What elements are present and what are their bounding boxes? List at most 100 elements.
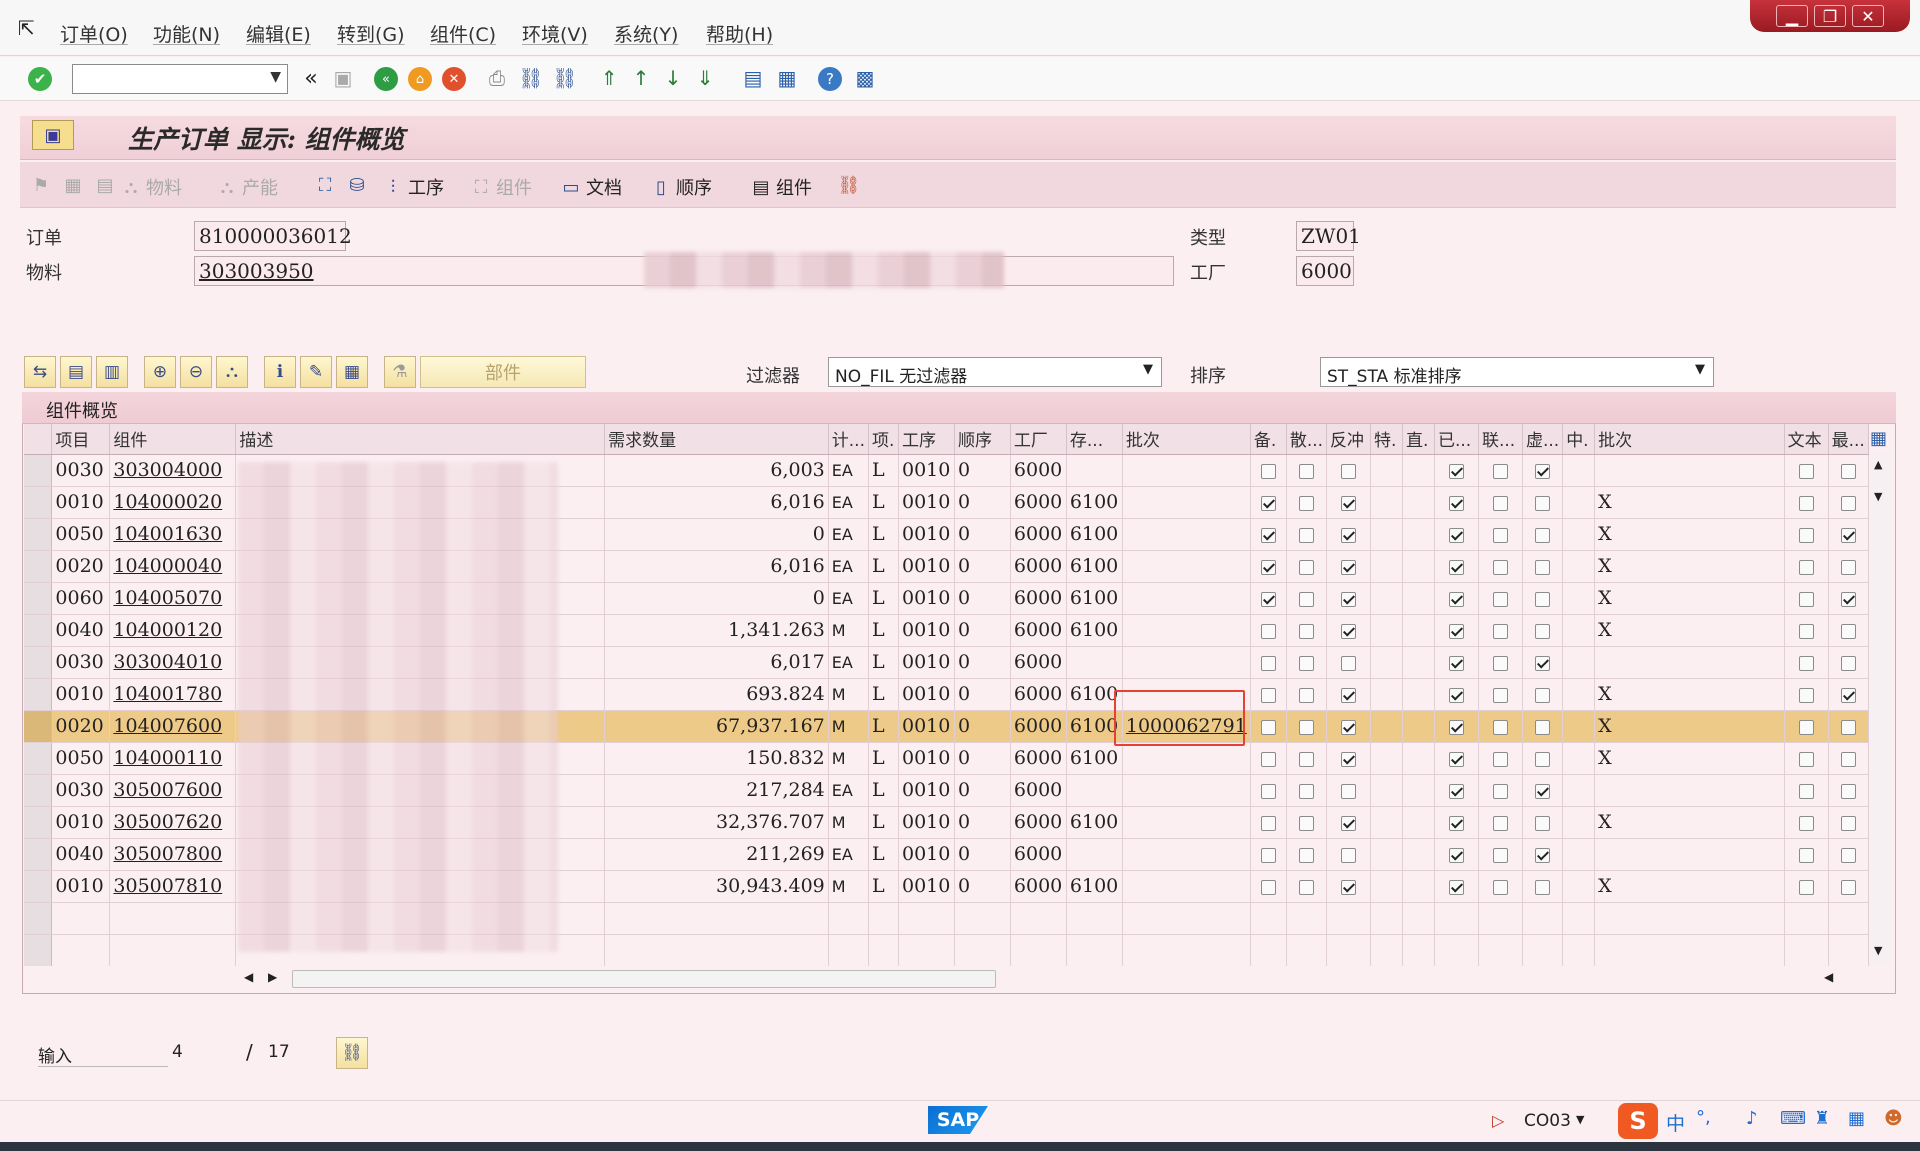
- checkbox[interactable]: [1840, 591, 1856, 607]
- menu-function[interactable]: 功能(N): [153, 20, 220, 47]
- batch-cell[interactable]: [1122, 486, 1251, 519]
- checkbox[interactable]: [1448, 783, 1464, 799]
- component-link[interactable]: 305007620: [109, 806, 237, 839]
- row-selector[interactable]: [24, 838, 53, 871]
- checkbox[interactable]: [1840, 687, 1856, 703]
- checkbox[interactable]: [1260, 655, 1276, 671]
- scroll-up-icon[interactable]: ▲: [1874, 458, 1882, 471]
- order-field[interactable]: 810000036012: [194, 221, 352, 251]
- minimize-icon[interactable]: ▁: [1776, 5, 1808, 27]
- checkbox[interactable]: [1341, 623, 1357, 639]
- checkbox[interactable]: [1535, 815, 1551, 831]
- checkbox[interactable]: [1840, 655, 1856, 671]
- checkbox[interactable]: [1535, 623, 1551, 639]
- checkbox[interactable]: [1341, 527, 1357, 543]
- next-page-icon[interactable]: ↓: [660, 65, 686, 91]
- scroll-down-icon[interactable]: ▼: [1874, 490, 1882, 503]
- checkbox[interactable]: [1798, 559, 1814, 575]
- find-next-icon[interactable]: ⛓: [552, 65, 578, 91]
- mascot-icon[interactable]: ☻: [1884, 1108, 1903, 1129]
- header-intermediate[interactable]: 中.: [1562, 424, 1596, 455]
- checkbox[interactable]: [1260, 559, 1276, 575]
- header-special[interactable]: 特.: [1370, 424, 1404, 455]
- component-link[interactable]: 104007600: [109, 710, 237, 743]
- checkbox[interactable]: [1840, 527, 1856, 543]
- menu-exit-icon[interactable]: ⇱: [18, 16, 35, 40]
- checkbox[interactable]: [1448, 623, 1464, 639]
- component-list-button[interactable]: ▤ 组件: [750, 174, 812, 200]
- checkbox[interactable]: [1448, 847, 1464, 863]
- checkbox[interactable]: [1260, 815, 1276, 831]
- insert-row-icon[interactable]: ⊕: [144, 356, 176, 388]
- material-button[interactable]: ⛬ 物料: [120, 174, 182, 200]
- part-button[interactable]: 部件: [420, 356, 586, 388]
- component-link[interactable]: 303004000: [109, 454, 237, 487]
- checkbox[interactable]: [1448, 751, 1464, 767]
- checkbox[interactable]: [1298, 495, 1314, 511]
- ime-logo-icon[interactable]: S: [1618, 1103, 1658, 1139]
- checkbox[interactable]: [1448, 719, 1464, 735]
- batch-cell[interactable]: [1122, 838, 1251, 871]
- header-storage-location[interactable]: 存...: [1066, 424, 1123, 455]
- checkbox[interactable]: [1798, 847, 1814, 863]
- checkbox[interactable]: [1448, 559, 1464, 575]
- row-selector[interactable]: [24, 614, 53, 647]
- back-icon[interactable]: «: [374, 67, 398, 91]
- deselect-icon[interactable]: ▥: [96, 356, 128, 388]
- menu-component[interactable]: 组件(C): [430, 20, 496, 47]
- checkbox[interactable]: [1535, 559, 1551, 575]
- header-sequence[interactable]: 顺序: [954, 424, 1011, 455]
- component-link[interactable]: 303004010: [109, 646, 237, 679]
- checkbox[interactable]: [1260, 623, 1276, 639]
- checkbox[interactable]: [1840, 847, 1856, 863]
- capacity-button[interactable]: ⛬ 产能: [216, 174, 278, 200]
- batch-cell[interactable]: [1122, 742, 1251, 775]
- checkbox[interactable]: [1492, 559, 1508, 575]
- header-bulk[interactable]: 散...: [1286, 424, 1328, 455]
- checkbox[interactable]: [1492, 879, 1508, 895]
- checkbox[interactable]: [1448, 815, 1464, 831]
- checkbox[interactable]: [1535, 655, 1551, 671]
- row-selector[interactable]: [24, 646, 53, 679]
- checkbox[interactable]: [1798, 815, 1814, 831]
- checkbox[interactable]: [1448, 527, 1464, 543]
- component-link[interactable]: 104001780: [109, 678, 237, 711]
- row-selector[interactable]: [24, 774, 53, 807]
- checkbox[interactable]: [1492, 847, 1508, 863]
- header-item[interactable]: 项目: [51, 424, 111, 455]
- stack-button[interactable]: ⛁: [346, 174, 368, 196]
- row-selector[interactable]: [24, 486, 53, 519]
- detail-icon[interactable]: ⇆: [24, 356, 56, 388]
- checkbox[interactable]: [1298, 815, 1314, 831]
- checkbox[interactable]: [1798, 751, 1814, 767]
- checkbox[interactable]: [1448, 879, 1464, 895]
- last-page-icon[interactable]: ⇓: [692, 65, 718, 91]
- checkbox[interactable]: [1492, 655, 1508, 671]
- scroll-left-end-icon[interactable]: ◀: [1824, 970, 1833, 984]
- checkbox[interactable]: [1535, 879, 1551, 895]
- checkbox[interactable]: [1298, 719, 1314, 735]
- header-quantity[interactable]: 需求数量: [604, 424, 829, 455]
- ime-punctuation-icon[interactable]: °,: [1696, 1107, 1711, 1128]
- scroll-down-end-icon[interactable]: ▼: [1874, 944, 1882, 957]
- select-all-corner[interactable]: [24, 424, 53, 455]
- toolbox-icon[interactable]: ▦: [1848, 1108, 1865, 1129]
- filter-dropdown[interactable]: NO_FIL 无过滤器 ▼: [828, 357, 1162, 387]
- save-icon[interactable]: ▣: [330, 65, 356, 91]
- row-selector[interactable]: [24, 742, 53, 775]
- checkbox[interactable]: [1535, 783, 1551, 799]
- command-field[interactable]: ▼: [72, 64, 288, 94]
- checkbox[interactable]: [1798, 495, 1814, 511]
- shortcut-icon[interactable]: ▦: [774, 65, 800, 91]
- header-operation[interactable]: 工序: [898, 424, 955, 455]
- menu-order[interactable]: 订单(O): [60, 20, 128, 47]
- row-selector[interactable]: [24, 518, 53, 551]
- checkbox[interactable]: [1798, 527, 1814, 543]
- hierarchy-button[interactable]: ⛶: [314, 174, 336, 196]
- help-icon[interactable]: ?: [818, 67, 842, 91]
- checkbox[interactable]: [1492, 687, 1508, 703]
- checkbox[interactable]: [1798, 783, 1814, 799]
- header-backflush[interactable]: 反冲: [1326, 424, 1372, 455]
- checkbox[interactable]: [1298, 751, 1314, 767]
- batch-cell[interactable]: [1122, 550, 1251, 583]
